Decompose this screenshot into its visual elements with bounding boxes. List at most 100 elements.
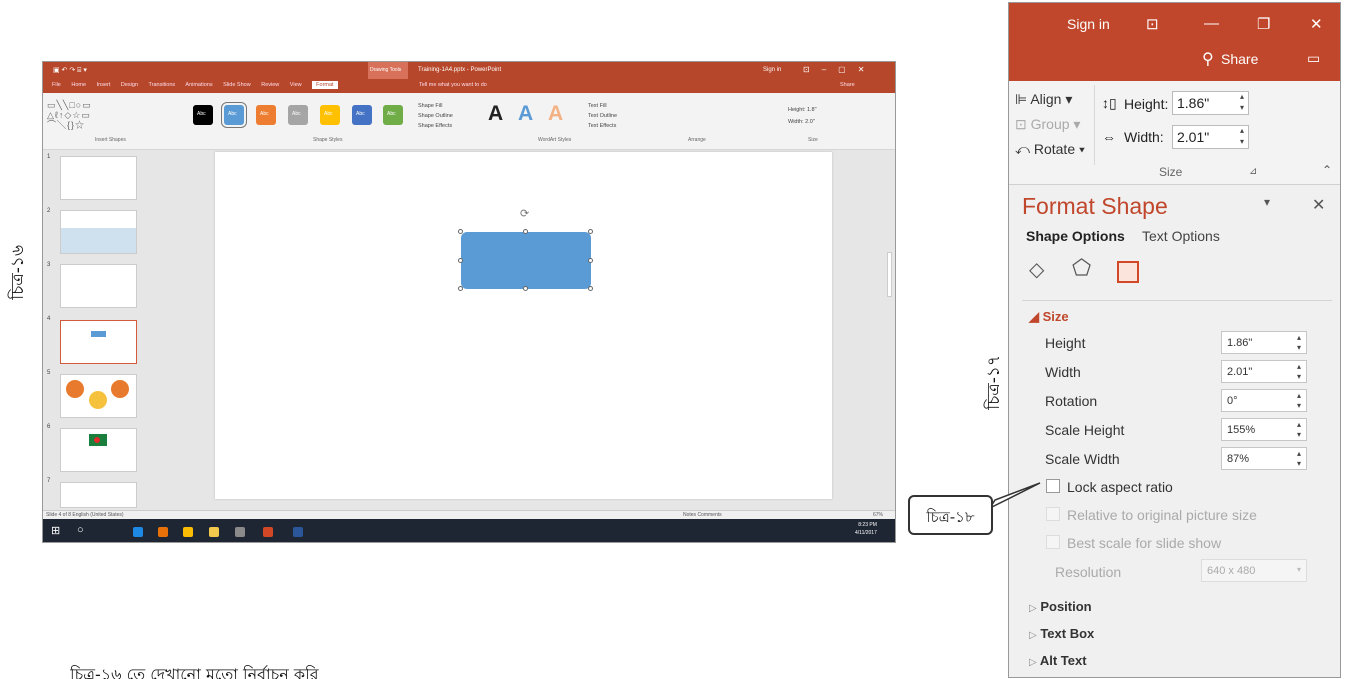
lock-aspect-checkbox[interactable] xyxy=(1046,479,1060,493)
share-button[interactable]: Share xyxy=(840,82,855,88)
height-spinbox[interactable]: 1.86" ▴ ▾ xyxy=(1221,331,1307,354)
zoom-level[interactable]: 67% xyxy=(873,512,883,518)
align-button[interactable]: ⊫ Align ▾ xyxy=(1015,87,1085,112)
tab-slide-show[interactable]: Slide Show xyxy=(223,82,251,88)
slide-thumb-4-selected[interactable] xyxy=(60,320,137,364)
text-effects-button[interactable]: Text Effects xyxy=(588,121,617,131)
tab-home[interactable]: Home xyxy=(71,82,86,88)
close-icon[interactable]: ✕ xyxy=(1310,15,1323,33)
effects-icon[interactable]: ⬠ xyxy=(1072,255,1091,281)
quick-access-icons[interactable]: ▣ ↶ ↷ ⌸ ▾ xyxy=(53,66,87,75)
tab-text-options[interactable]: Text Options xyxy=(1142,228,1220,244)
store-icon[interactable] xyxy=(235,527,245,537)
sign-in-link[interactable]: Sign in xyxy=(763,67,781,73)
slide-thumb-2[interactable] xyxy=(60,210,137,254)
slide-thumb-7[interactable] xyxy=(60,482,137,508)
resize-handle[interactable] xyxy=(588,229,593,234)
size-commands[interactable]: Height: 1.8" Width: 2.0" xyxy=(788,104,817,128)
tab-format[interactable]: Format xyxy=(312,81,338,89)
ribbon-width[interactable]: Width: 2.0" xyxy=(788,116,817,128)
position-section[interactable]: ▷ Position xyxy=(1029,599,1092,614)
edge-icon[interactable] xyxy=(133,527,143,537)
sign-in-link[interactable]: Sign in xyxy=(1067,16,1110,32)
resize-handle[interactable] xyxy=(458,258,463,263)
slide-canvas[interactable]: ⟳ xyxy=(215,152,832,499)
width-spinbox[interactable]: 2.01" ▴ ▾ xyxy=(1221,360,1307,383)
ribbon-display-icon[interactable]: ⊡ xyxy=(1146,15,1159,33)
tab-design[interactable]: Design xyxy=(121,82,138,88)
restore-icon[interactable]: ❐ xyxy=(1257,15,1270,33)
resize-handle[interactable] xyxy=(588,286,593,291)
tell-me-box[interactable]: Tell me what you want to do xyxy=(419,82,487,88)
wordart-blue-a[interactable]: A xyxy=(518,102,533,126)
pane-close-icon[interactable]: ✕ xyxy=(1312,195,1325,215)
firefox-icon[interactable] xyxy=(158,527,168,537)
text-commands[interactable]: Text Fill Text Outline Text Effects xyxy=(588,101,617,131)
search-icon[interactable]: ○ xyxy=(77,524,84,536)
wordart-orange-a[interactable]: A xyxy=(548,102,563,126)
resize-handle[interactable] xyxy=(458,229,463,234)
rotation-spinbox[interactable]: 0° ▴ ▾ xyxy=(1221,389,1307,412)
tab-insert[interactable]: Insert xyxy=(97,82,111,88)
style-swatch-4[interactable]: Abc xyxy=(288,105,308,125)
share-user-icon[interactable]: ⚲ xyxy=(1202,49,1214,69)
wordart-black-a[interactable]: A xyxy=(488,102,503,126)
start-icon[interactable]: ⊞ xyxy=(51,524,60,537)
rotate-handle-icon[interactable]: ⟳ xyxy=(520,207,529,220)
rotate-button[interactable]: ⤺ Rotate ▾ xyxy=(1015,137,1085,162)
shape-effects-button[interactable]: Shape Effects xyxy=(418,121,453,131)
resize-handle[interactable] xyxy=(458,286,463,291)
tab-view[interactable]: View xyxy=(290,82,302,88)
slide-thumb-5[interactable] xyxy=(60,374,137,418)
style-swatch-3[interactable]: Abc xyxy=(256,105,276,125)
slide-thumb-3[interactable] xyxy=(60,264,137,308)
resize-handle[interactable] xyxy=(523,229,528,234)
ribbon-height[interactable]: Height: 1.8" xyxy=(788,104,817,116)
shape-outline-button[interactable]: Shape Outline xyxy=(418,111,453,121)
text-outline-button[interactable]: Text Outline xyxy=(588,111,617,121)
minimize-icon[interactable]: — xyxy=(1204,15,1219,32)
slide-scrollbar[interactable] xyxy=(887,252,892,297)
resize-handle[interactable] xyxy=(523,286,528,291)
scale-height-spinbox[interactable]: 155% ▴ ▾ xyxy=(1221,418,1307,441)
insert-shapes-gallery[interactable]: ▭╲╲□○▭ △ℓ↑◇☆▭ ⌒╲{}☆ xyxy=(47,100,92,130)
style-swatch-6[interactable]: Abc xyxy=(352,105,372,125)
word-icon[interactable] xyxy=(293,527,303,537)
tab-shape-options[interactable]: Shape Options xyxy=(1026,228,1125,244)
style-swatch-2[interactable]: Abc xyxy=(221,102,247,128)
style-swatch-1[interactable]: Abc xyxy=(193,105,213,125)
selected-rectangle-shape[interactable] xyxy=(461,232,591,289)
fill-line-icon[interactable]: ◇ xyxy=(1029,257,1044,282)
slide-thumb-6[interactable] xyxy=(60,428,137,472)
comments-icon[interactable]: ▭ xyxy=(1307,50,1320,67)
width-input[interactable]: 2.01" ▴ ▾ xyxy=(1172,125,1249,149)
collapse-ribbon-icon[interactable]: ⌃ xyxy=(1322,163,1332,177)
clock: 8:23 PM 4/11/2017 xyxy=(855,522,877,536)
shape-fill-button[interactable]: Shape Fill xyxy=(418,101,453,111)
style-swatch-7[interactable]: Abc xyxy=(383,105,403,125)
text-fill-button[interactable]: Text Fill xyxy=(588,101,617,111)
status-notes-comments[interactable]: Notes Comments xyxy=(683,512,722,518)
alt-text-section[interactable]: ▷ Alt Text xyxy=(1029,653,1087,668)
folder-icon[interactable] xyxy=(209,527,219,537)
shape-commands[interactable]: Shape Fill Shape Outline Shape Effects xyxy=(418,101,453,131)
height-input[interactable]: 1.86" ▴ ▾ xyxy=(1172,91,1249,115)
chrome-icon[interactable] xyxy=(183,527,193,537)
slide-thumb-1[interactable] xyxy=(60,156,137,200)
width-label: Width: xyxy=(1124,129,1164,145)
share-button[interactable]: Share xyxy=(1221,51,1258,67)
style-swatch-5[interactable]: Abc xyxy=(320,105,340,125)
tab-animations[interactable]: Animations xyxy=(185,82,212,88)
window-controls[interactable]: ⊡–▢✕ xyxy=(803,65,876,74)
text-box-section[interactable]: ▷ Text Box xyxy=(1029,626,1094,641)
powerpoint-icon[interactable] xyxy=(263,527,273,537)
pane-options-icon[interactable]: ▾ xyxy=(1264,195,1270,209)
size-properties-icon[interactable] xyxy=(1117,261,1139,283)
resize-handle[interactable] xyxy=(588,258,593,263)
size-dialog-launcher-icon[interactable]: ⊿ xyxy=(1249,166,1257,177)
scale-width-spinbox[interactable]: 87% ▴ ▾ xyxy=(1221,447,1307,470)
tab-transitions[interactable]: Transitions xyxy=(148,82,175,88)
tab-review[interactable]: Review xyxy=(261,82,279,88)
tab-file[interactable]: File xyxy=(52,82,61,88)
size-section-header[interactable]: ◢ Size xyxy=(1029,309,1069,325)
